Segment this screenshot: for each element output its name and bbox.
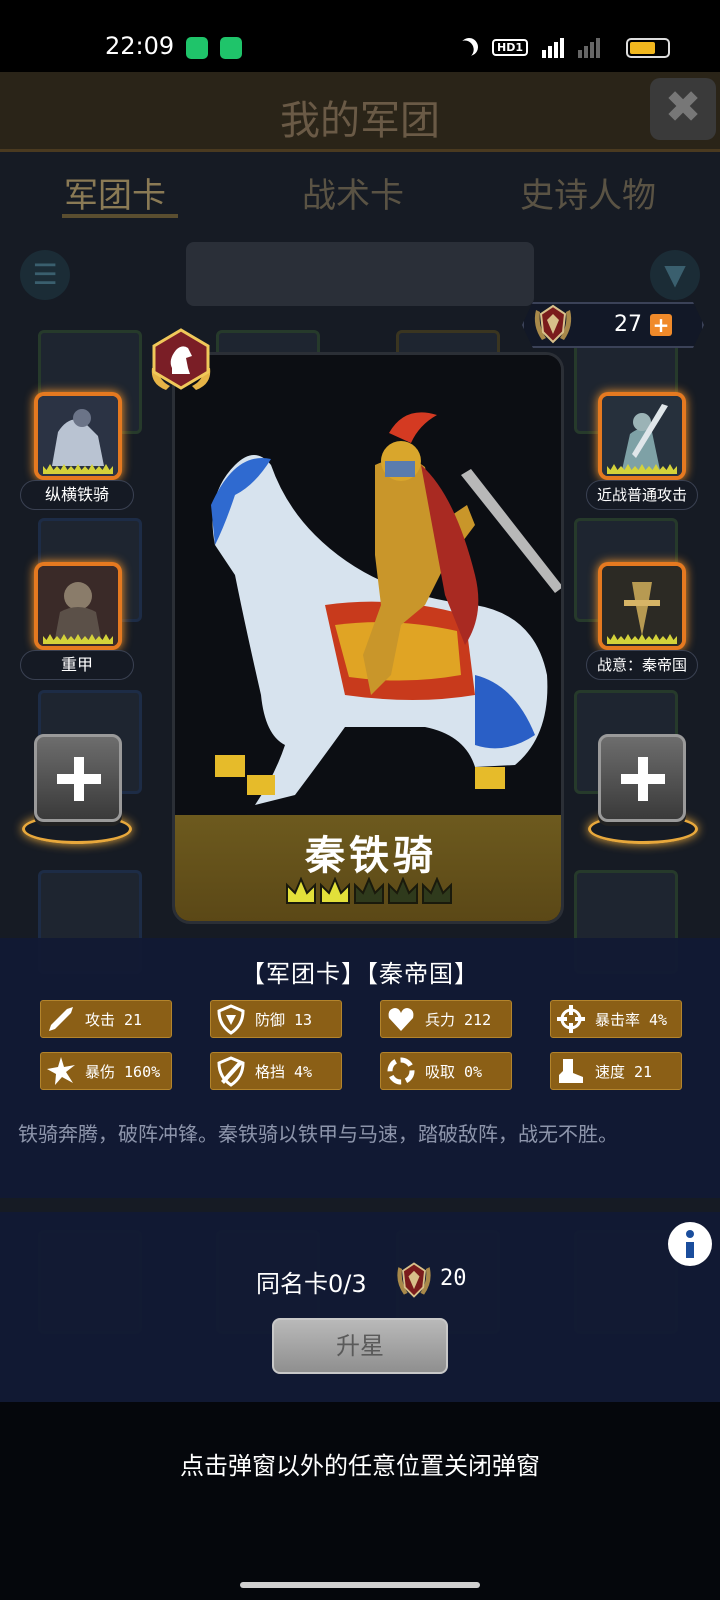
knight-chess-icon [151, 328, 211, 390]
upgrade-star-button[interactable]: 升星 [272, 1318, 448, 1374]
status-bar: 22:09 HD1 [0, 0, 720, 72]
signal-icon [578, 36, 600, 58]
hd-icon: HD1 [492, 38, 528, 56]
moon-icon [457, 35, 482, 60]
skill-slot-left-mid[interactable] [34, 562, 122, 650]
stat-defense: 防御 13 [210, 1000, 342, 1038]
filter-icon: ▼ [650, 250, 700, 300]
tab-epic-character: 史诗人物 [520, 176, 656, 216]
laurel-emblem-icon [534, 304, 572, 344]
slot-label-right-mid: 战意：秦帝国 [586, 650, 698, 680]
star-count: 27 [614, 312, 642, 337]
crosshair-icon [557, 1005, 585, 1033]
card-star-crowns [285, 877, 453, 905]
background-close-icon: ✖ [650, 78, 716, 140]
app-notification-icon [186, 37, 208, 59]
skill-slot-right-top[interactable] [598, 392, 686, 480]
burst-icon [47, 1057, 75, 1085]
add-skill-button-right[interactable] [598, 734, 686, 822]
home-indicator[interactable] [240, 1582, 480, 1588]
shield-icon [217, 1004, 245, 1035]
plus-icon [57, 757, 101, 801]
stat-crit-rate: 暴击率 4% [550, 1000, 682, 1038]
crown-empty-icon [422, 877, 452, 904]
skill-slot-left-top[interactable] [34, 392, 122, 480]
slot-label-left-top: 纵横铁骑 [20, 480, 134, 510]
stat-absorb: 吸取 0% [380, 1052, 512, 1090]
absorb-icon [387, 1057, 415, 1085]
stat-crit-damage: 暴伤 160% [40, 1052, 172, 1090]
status-time: 22:09 [105, 32, 175, 60]
stat-speed: 速度 21 [550, 1052, 682, 1090]
stat-block: 格挡 4% [210, 1052, 342, 1090]
tab-legion-card: 军团卡 [64, 176, 166, 216]
heart-icon [388, 1008, 414, 1031]
crown-filled-icon [286, 877, 316, 904]
card-description: 铁骑奔腾，破阵冲锋。秦铁骑以铁甲与马速，踏破敌阵，战无不胜。 [18, 1122, 618, 1146]
boot-icon [559, 1059, 583, 1083]
background-title: 我的军团 [280, 98, 440, 144]
stat-attack: 攻击 21 [40, 1000, 172, 1038]
crown-empty-icon [388, 877, 418, 904]
laurel-emblem-icon [397, 1262, 431, 1298]
skill-slot-right-mid[interactable] [598, 562, 686, 650]
background-tabs: 军团卡 战术卡 史诗人物 [0, 168, 720, 218]
duplicate-card-count: 同名卡0/3 [256, 1270, 367, 1298]
background-search [186, 242, 534, 306]
upgrade-cost: 20 [440, 1266, 467, 1291]
slot-label-right-top: 近战普通攻击 [586, 480, 698, 510]
stat-troops: 兵力 212 [380, 1000, 512, 1038]
slot-label-left-mid: 重甲 [20, 650, 134, 680]
battery-icon [626, 38, 670, 58]
info-icon[interactable] [668, 1222, 712, 1266]
card-art-cavalry [175, 355, 561, 815]
plus-icon [621, 757, 665, 801]
block-icon [217, 1056, 245, 1087]
card-tags: 【军团卡】【秦帝国】 [241, 960, 479, 988]
list-icon: ☰ [20, 250, 70, 300]
tab-tactic-card: 战术卡 [302, 176, 404, 216]
legion-card: 秦铁骑 [172, 352, 564, 924]
add-skill-button-left[interactable] [34, 734, 122, 822]
crown-empty-icon [354, 877, 384, 904]
tab-underline [62, 214, 178, 218]
close-popup-hint[interactable]: 点击弹窗以外的任意位置关闭弹窗 [0, 1446, 720, 1481]
sword-icon [49, 1007, 73, 1031]
card-name: 秦铁骑 [305, 833, 437, 879]
add-stars-button[interactable]: + [650, 314, 672, 336]
upload-icon [220, 37, 242, 59]
crown-filled-icon [320, 877, 350, 904]
5g-signal-icon [542, 36, 564, 58]
